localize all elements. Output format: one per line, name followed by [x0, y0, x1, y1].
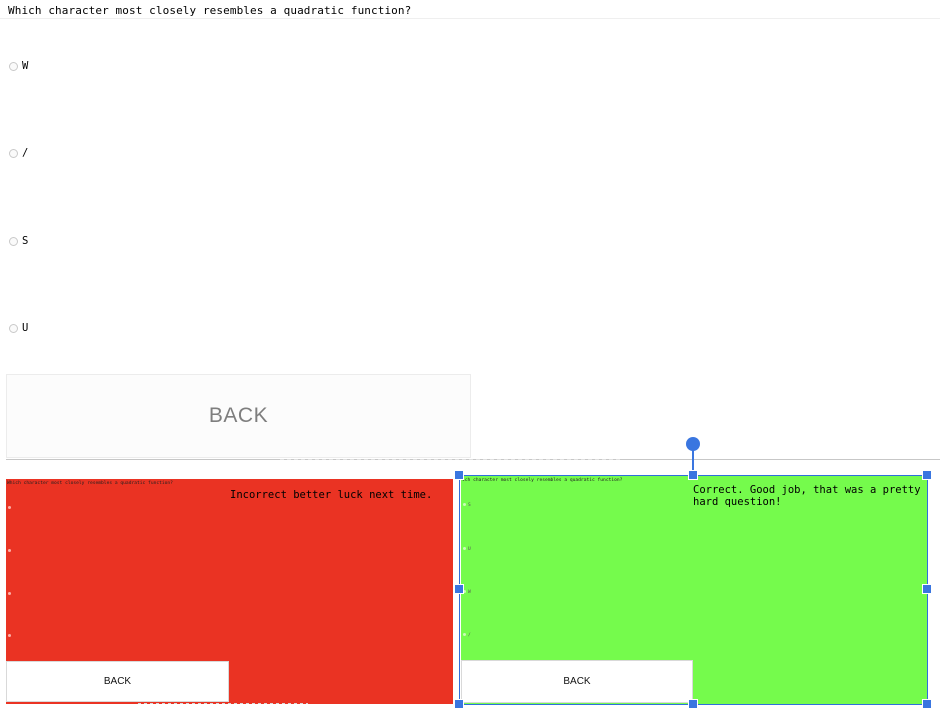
resize-handle-bottom[interactable] [688, 699, 698, 709]
option-label: S [22, 235, 29, 247]
mini-option: / [463, 633, 471, 638]
resize-handle-top-right[interactable] [922, 470, 932, 480]
divider [0, 18, 940, 19]
back-button[interactable]: BACK [6, 374, 471, 458]
option-label: U [22, 322, 29, 334]
rotate-handle[interactable] [686, 437, 700, 451]
resize-handle-top-left[interactable] [454, 470, 464, 480]
option-label: W [22, 60, 29, 72]
mini-option [8, 549, 13, 554]
mini-option: S [463, 503, 471, 508]
back-button[interactable]: BACK [461, 660, 693, 703]
resize-handle-top[interactable] [688, 470, 698, 480]
radio-button[interactable] [9, 236, 18, 246]
radio-button[interactable] [9, 323, 18, 333]
option-slash[interactable]: / [9, 147, 28, 159]
mini-option: W [463, 590, 471, 595]
option-s[interactable]: S [9, 235, 28, 247]
resize-handle-right[interactable] [922, 584, 932, 594]
correct-slide-thumbnail[interactable]: ich character most closely resembles a q… [461, 476, 927, 704]
resize-handle-bottom-left[interactable] [454, 699, 464, 709]
incorrect-message: Incorrect better luck next time. [230, 489, 433, 501]
incorrect-slide-thumbnail[interactable]: Which character most closely resembles a… [6, 479, 453, 704]
page-edge-marks [138, 703, 308, 704]
radio-button[interactable] [9, 61, 18, 71]
radio-button[interactable] [9, 148, 18, 158]
page-edge-marks [280, 459, 620, 460]
mini-question: Which character most closely resembles a… [7, 481, 173, 486]
mini-question: ich character most closely resembles a q… [462, 478, 623, 483]
option-u[interactable]: U [9, 322, 28, 334]
mini-option [8, 634, 13, 639]
mini-option: U [463, 547, 471, 552]
option-w[interactable]: W [9, 60, 28, 72]
resize-handle-left[interactable] [454, 584, 464, 594]
question-text: Which character most closely resembles a… [8, 4, 412, 17]
mini-option [8, 592, 13, 597]
resize-handle-bottom-right[interactable] [922, 699, 932, 709]
back-button[interactable]: BACK [6, 661, 229, 702]
mini-option [8, 506, 13, 511]
option-label: / [22, 147, 29, 159]
correct-message: Correct. Good job, that was a pretty har… [693, 484, 921, 508]
